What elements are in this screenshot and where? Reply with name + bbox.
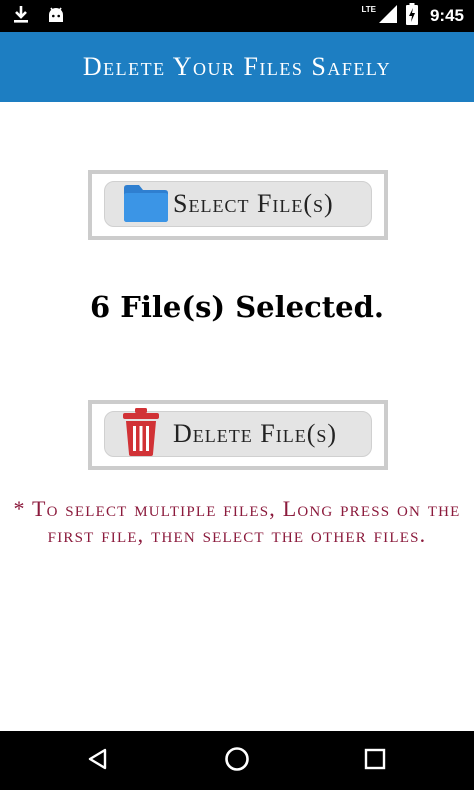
back-icon xyxy=(86,747,110,775)
delete-files-button-frame: Delete File(s) xyxy=(88,400,388,470)
app-bar: Delete Your Files Safely xyxy=(0,32,474,102)
signal-icon xyxy=(378,4,398,28)
select-files-button-frame: Select File(s) xyxy=(88,170,388,240)
recents-button[interactable] xyxy=(335,731,415,790)
multi-select-hint: * To select multiple files, Long press o… xyxy=(13,496,461,547)
select-files-button[interactable]: Select File(s) xyxy=(104,181,372,227)
folder-icon xyxy=(123,181,169,227)
app-screen: LTE 9:45 Delete Your Files Safely Select… xyxy=(0,0,474,790)
network-type-label: LTE xyxy=(361,4,376,14)
notification-icons xyxy=(12,5,66,29)
delete-files-label: Delete File(s) xyxy=(173,419,338,448)
trash-icon xyxy=(123,408,159,460)
home-button[interactable] xyxy=(197,731,277,790)
app-title: Delete Your Files Safely xyxy=(82,52,392,81)
select-files-label: Select File(s) xyxy=(173,189,334,218)
selected-files-count: 6 File(s) Selected. xyxy=(90,290,384,324)
back-button[interactable] xyxy=(58,731,138,790)
navigation-bar xyxy=(0,731,474,790)
clock: 9:45 xyxy=(429,6,464,25)
android-icon xyxy=(46,5,66,29)
status-bar: LTE 9:45 xyxy=(0,0,474,32)
delete-files-button[interactable]: Delete File(s) xyxy=(104,408,372,460)
download-icon xyxy=(12,5,30,29)
system-status: LTE 9:45 xyxy=(361,0,464,32)
recents-icon xyxy=(364,748,386,774)
home-icon xyxy=(224,746,250,776)
battery-charging-icon xyxy=(405,3,418,29)
